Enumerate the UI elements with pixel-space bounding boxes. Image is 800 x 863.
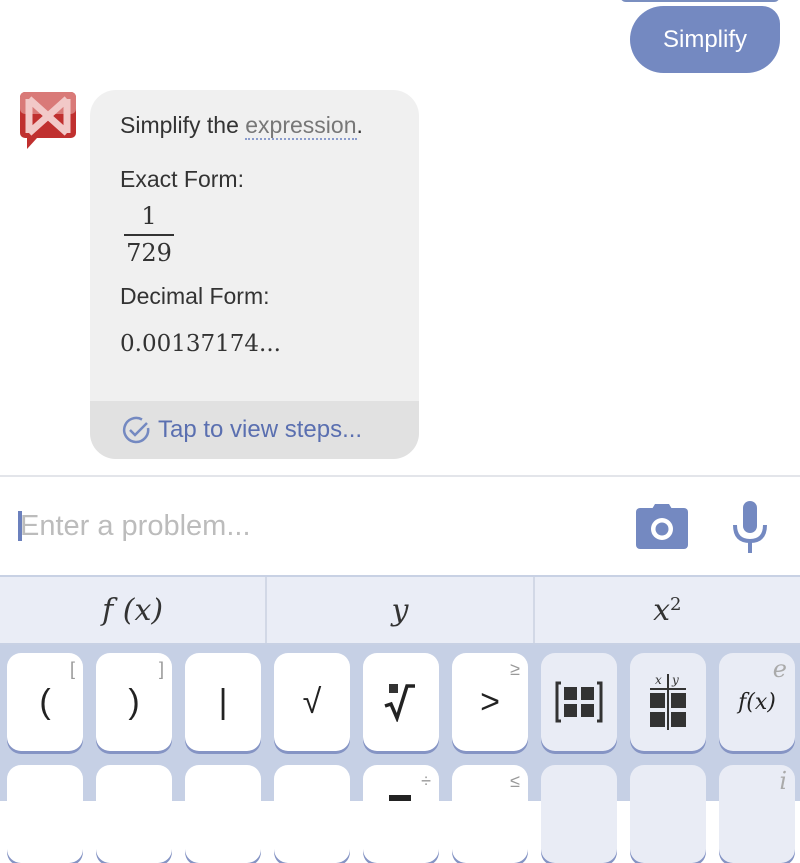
exact-form-fraction: 1 729 [124, 202, 174, 267]
fraction-denominator: 729 [126, 239, 172, 267]
svg-text:x: x [655, 673, 662, 687]
key-label: > [480, 682, 500, 721]
key-label: f(x) [738, 689, 776, 715]
key-row2-4[interactable] [274, 765, 350, 863]
decimal-form-value: 0.00137174... [120, 331, 281, 357]
key-alt-label: ÷ [421, 771, 431, 791]
problem-input[interactable] [20, 503, 580, 549]
tab-x-label: x [653, 592, 671, 628]
key-table[interactable]: x y [630, 653, 706, 751]
keypad-tabs: f (x) y x2 [0, 575, 800, 645]
tab-y[interactable]: y [267, 577, 535, 643]
key-matrix[interactable] [541, 653, 617, 751]
nth-root-icon [384, 684, 415, 722]
decimal-form-label: Decimal Form: [120, 283, 270, 309]
key-divide[interactable]: ÷ [363, 765, 439, 863]
key-label: ) [128, 682, 140, 721]
user-message-bubble: Simplify [630, 6, 780, 73]
fraction-key-glyph [389, 795, 411, 801]
fraction-numerator: 1 [141, 202, 157, 230]
key-label: √ [302, 682, 322, 721]
key-row2-8[interactable] [630, 765, 706, 863]
key-alt-label: ≥ [510, 659, 520, 679]
answer-intro: Simplify the expression. [120, 110, 419, 160]
table-icon: x y [650, 673, 686, 730]
expression-link[interactable]: expression [245, 112, 357, 140]
view-steps-label: Tap to view steps... [158, 416, 363, 443]
key-label: | [218, 682, 228, 721]
problem-input-row [0, 477, 800, 575]
key-row2-7[interactable] [541, 765, 617, 863]
intro-period: . [356, 112, 363, 138]
key-open-paren[interactable]: ( [ [7, 653, 83, 751]
key-alt-label: i [779, 767, 787, 795]
key-imaginary[interactable]: i [719, 765, 795, 863]
key-row2-3[interactable] [185, 765, 261, 863]
tab-y-label: y [391, 592, 409, 628]
key-row2-1[interactable] [7, 765, 83, 863]
key-alt-label: ≤ [510, 771, 520, 791]
key-less-than[interactable]: ≤ [452, 765, 528, 863]
key-function[interactable]: f(x) e [719, 653, 795, 751]
intro-text: Simplify the [120, 112, 246, 138]
bot-answer-bubble: Simplify the expression. Exact Form: 1 7… [90, 90, 419, 459]
key-absolute-value[interactable]: | [185, 653, 261, 751]
key-label: ( [39, 682, 51, 721]
tab-x-sup: 2 [670, 593, 682, 615]
previous-message-edge [620, 0, 780, 2]
mathway-logo-icon [20, 92, 76, 149]
fraction-bar [124, 234, 174, 236]
tab-functions-label: f (x) [102, 592, 164, 628]
key-close-paren[interactable]: ) ] [96, 653, 172, 751]
user-message-text: Simplify [662, 25, 747, 53]
matrix-icon [555, 681, 603, 723]
key-alt-label: e [772, 655, 787, 683]
exact-form-label: Exact Form: [120, 166, 244, 192]
key-greater-than[interactable]: > ≥ [452, 653, 528, 751]
tab-functions[interactable]: f (x) [0, 577, 268, 643]
check-circle-icon [122, 416, 150, 444]
key-nth-root[interactable] [363, 653, 439, 751]
key-alt-label: ] [158, 659, 164, 679]
microphone-icon[interactable] [732, 501, 768, 553]
svg-text:y: y [671, 673, 679, 687]
camera-icon[interactable] [636, 503, 688, 549]
key-square-root[interactable]: √ [274, 653, 350, 751]
math-keypad: ( [ ) ] | √ > ≥ x y f(x) e ÷ ≤ i [0, 645, 800, 863]
key-alt-label: [ [69, 659, 75, 679]
tab-x-squared[interactable]: x2 [535, 577, 800, 643]
key-row2-2[interactable] [96, 765, 172, 863]
view-steps-button[interactable]: Tap to view steps... [90, 401, 419, 459]
